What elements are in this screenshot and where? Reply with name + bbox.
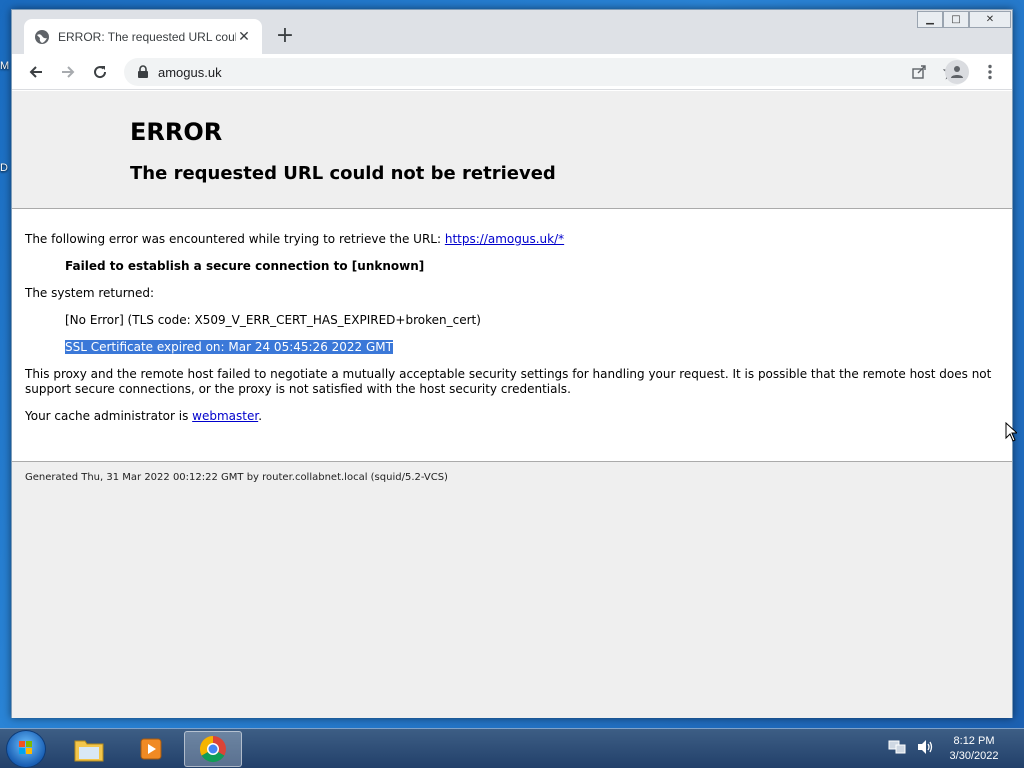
back-button[interactable] (24, 60, 48, 84)
clock-date: 3/30/2022 (949, 750, 999, 762)
taskbar-media-player[interactable] (122, 731, 180, 767)
taskbar-explorer[interactable] (60, 731, 118, 767)
window-controls: ▁ □ ✕ (917, 11, 1011, 29)
minimize-button[interactable]: ▁ (917, 11, 943, 28)
share-icon (912, 65, 926, 79)
clock-time: 8:12 PM (953, 735, 995, 747)
taskbar-clock[interactable]: 8:12 PM 3/30/2022 (946, 734, 1002, 764)
webmaster-link[interactable]: webmaster (192, 409, 258, 423)
lock-icon[interactable] (136, 65, 150, 79)
toolbar: amogus.uk (12, 54, 1012, 90)
browser-window: ERROR: The requested URL could not be re… (11, 9, 1013, 718)
admin-suffix: . (258, 409, 263, 423)
admin-prefix: Your cache administrator is (25, 409, 193, 423)
forward-button[interactable] (56, 60, 80, 84)
error-body: The following error was encountered whil… (25, 232, 1005, 436)
browser-tab[interactable]: ERROR: The requested URL could not be re… (24, 19, 262, 54)
arrow-left-icon (29, 66, 42, 78)
more-vert-icon (988, 64, 992, 80)
new-tab-button[interactable]: + (274, 25, 296, 48)
url-text[interactable]: amogus.uk (158, 65, 903, 80)
menu-button[interactable] (978, 60, 1002, 84)
share-button[interactable] (903, 58, 935, 86)
intro-text: The following error was encountered whil… (25, 232, 445, 246)
failure-message: Failed to establish a secure connection … (65, 259, 425, 273)
volume-icon[interactable] (916, 739, 934, 755)
close-tab-icon[interactable]: ✕ (236, 29, 252, 45)
ssl-expiry-text[interactable]: SSL Certificate expired on: Mar 24 05:45… (65, 340, 393, 354)
folder-icon (74, 740, 104, 762)
page-subtitle: The requested URL could not be retrieved (130, 163, 556, 184)
network-icon[interactable] (888, 739, 906, 755)
error-code: [No Error] (TLS code: X509_V_ERR_CERT_HA… (65, 313, 481, 327)
page-title: ERROR (130, 118, 223, 146)
ssl-expiry-line: SSL Certificate expired on: Mar 24 05:45… (65, 340, 1005, 355)
generated-info: Generated Thu, 31 Mar 2022 00:12:22 GMT … (25, 472, 448, 483)
error-footer: Generated Thu, 31 Mar 2022 00:12:22 GMT … (12, 461, 1012, 718)
address-bar[interactable]: amogus.uk (124, 58, 967, 86)
system-tray (888, 739, 934, 755)
arrow-right-icon (62, 66, 75, 78)
maximize-button[interactable]: □ (943, 11, 969, 28)
page-content: ERROR The requested URL could not be ret… (12, 91, 1012, 718)
profile-button[interactable] (945, 60, 969, 84)
requested-url-link[interactable]: https://amogus.uk/* (445, 232, 564, 246)
chrome-icon (199, 735, 226, 763)
reload-icon (94, 66, 107, 79)
globe-icon (35, 29, 49, 44)
error-header: ERROR The requested URL could not be ret… (12, 91, 1012, 209)
person-icon (951, 66, 963, 78)
media-player-icon (140, 738, 162, 760)
taskbar: 8:12 PM 3/30/2022 (0, 728, 1024, 768)
taskbar-chrome[interactable] (184, 731, 242, 767)
start-button[interactable] (6, 730, 46, 768)
system-returned-label: The system returned: (25, 286, 155, 300)
admin-paragraph: Your cache administrator is webmaster. (25, 409, 1005, 424)
close-window-button[interactable]: ✕ (969, 11, 1011, 28)
reload-button[interactable] (88, 60, 112, 84)
tab-title: ERROR: The requested URL could not be re… (58, 29, 236, 44)
intro-paragraph: The following error was encountered whil… (25, 232, 1005, 247)
explanation-paragraph: This proxy and the remote host failed to… (25, 367, 992, 396)
mouse-cursor-icon (1005, 421, 1019, 446)
tab-strip: ERROR: The requested URL could not be re… (12, 10, 1012, 54)
windows-logo-icon (19, 741, 32, 754)
